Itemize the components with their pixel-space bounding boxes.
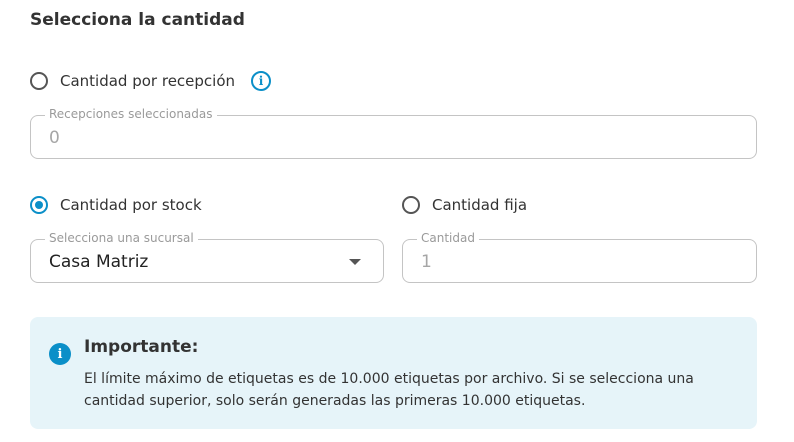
field-value: Casa Matriz xyxy=(49,252,149,272)
notice-body: El límite máximo de etiquetas es de 10.0… xyxy=(84,371,694,409)
notice-title: Importante: xyxy=(84,337,199,357)
receptions-selected-field: Recepciones seleccionadas 0 xyxy=(30,107,757,159)
chevron-down-icon[interactable] xyxy=(349,259,361,265)
quantity-field[interactable]: Cantidad 1 xyxy=(402,231,757,283)
info-circle-icon[interactable]: i xyxy=(251,71,272,91)
radio-cantidad-fija[interactable]: Cantidad fija xyxy=(402,196,527,214)
radio-cantidad-por-recepcion[interactable]: Cantidad por recepción i xyxy=(30,71,272,91)
radio-label: Cantidad por recepción xyxy=(60,72,236,90)
field-label: Selecciona una sucursal xyxy=(45,231,198,245)
radio-button[interactable] xyxy=(402,196,420,214)
radio-label: Cantidad fija xyxy=(432,196,528,214)
field-label: Cantidad xyxy=(417,231,479,245)
radio-button[interactable] xyxy=(30,72,48,90)
important-notice: i Importante: El límite máximo de etique… xyxy=(30,317,757,429)
field-label: Recepciones seleccionadas xyxy=(45,107,217,121)
radio-label: Cantidad por stock xyxy=(60,196,202,214)
info-filled-icon: i xyxy=(49,343,71,365)
branch-select[interactable]: Selecciona una sucursal Casa Matriz xyxy=(30,231,384,283)
section-title: Selecciona la cantidad xyxy=(30,10,245,30)
field-value: 1 xyxy=(421,252,432,272)
radio-button-checked[interactable] xyxy=(30,196,48,214)
radio-cantidad-por-stock[interactable]: Cantidad por stock xyxy=(30,196,202,214)
field-value: 0 xyxy=(49,128,60,148)
